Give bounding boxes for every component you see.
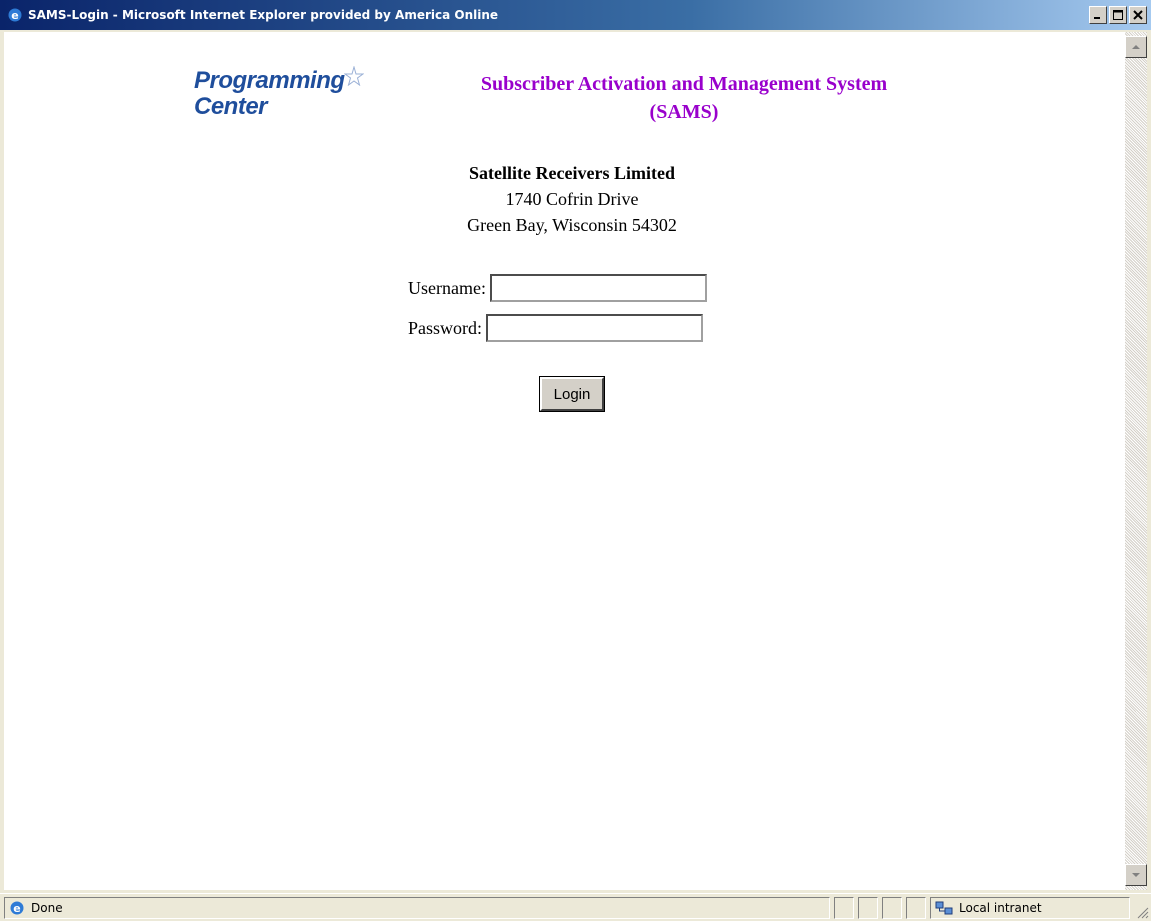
company-name: Satellite Receivers Limited (469, 163, 675, 183)
scroll-down-icon (1132, 873, 1140, 877)
password-input[interactable] (486, 314, 704, 342)
page-title: Subscriber Activation and Management Sys… (404, 70, 964, 126)
scroll-down-button[interactable] (1125, 864, 1147, 886)
password-label: Password: (408, 317, 483, 338)
status-bar: e Done Local intranet (0, 893, 1151, 921)
resize-grip-icon[interactable] (1137, 907, 1149, 919)
status-pane (882, 897, 902, 919)
maximize-button[interactable] (1109, 6, 1127, 24)
minimize-button[interactable] (1089, 6, 1107, 24)
window-controls (1089, 6, 1147, 24)
page-title-line1: Subscriber Activation and Management Sys… (480, 73, 888, 95)
username-row: Username: (408, 274, 707, 302)
ie-icon: e (6, 6, 24, 24)
status-text: Done (31, 901, 63, 915)
logo-line2: Center (194, 93, 268, 120)
programming-center-logo: Programming Center (194, 66, 394, 132)
page-title-line2: (SAMS) (649, 101, 719, 123)
browser-content: Programming Center Subscriber Activation… (4, 32, 1125, 890)
svg-text:e: e (13, 902, 20, 915)
password-row: Password: (408, 314, 704, 342)
title-bar[interactable]: e SAMS-Login - Microsoft Internet Explor… (0, 0, 1151, 30)
svg-text:e: e (11, 9, 18, 22)
scroll-up-icon (1132, 45, 1140, 49)
close-icon (1133, 10, 1143, 20)
status-pane (906, 897, 926, 919)
status-pane (858, 897, 878, 919)
maximize-icon (1113, 10, 1123, 20)
status-pane (834, 897, 854, 919)
vertical-scrollbar[interactable] (1125, 32, 1147, 890)
zone-text: Local intranet (959, 901, 1042, 915)
username-input[interactable] (489, 274, 707, 302)
star-icon (344, 66, 364, 86)
status-main: e Done (4, 897, 830, 919)
window-title: SAMS-Login - Microsoft Internet Explorer… (28, 8, 499, 22)
company-info: Satellite Receivers Limited 1740 Cofrin … (372, 160, 772, 238)
company-address-line2: Green Bay, Wisconsin 54302 (467, 215, 677, 235)
intranet-icon (935, 900, 953, 916)
username-label: Username: (408, 277, 486, 298)
close-button[interactable] (1129, 6, 1147, 24)
minimize-icon (1094, 17, 1100, 19)
logo-line1: Programming (194, 67, 345, 94)
company-address-line1: 1740 Cofrin Drive (505, 189, 639, 209)
login-button[interactable]: Login (539, 376, 605, 412)
done-page-icon: e (9, 900, 25, 916)
scroll-up-button[interactable] (1125, 36, 1147, 58)
security-zone[interactable]: Local intranet (930, 897, 1130, 919)
